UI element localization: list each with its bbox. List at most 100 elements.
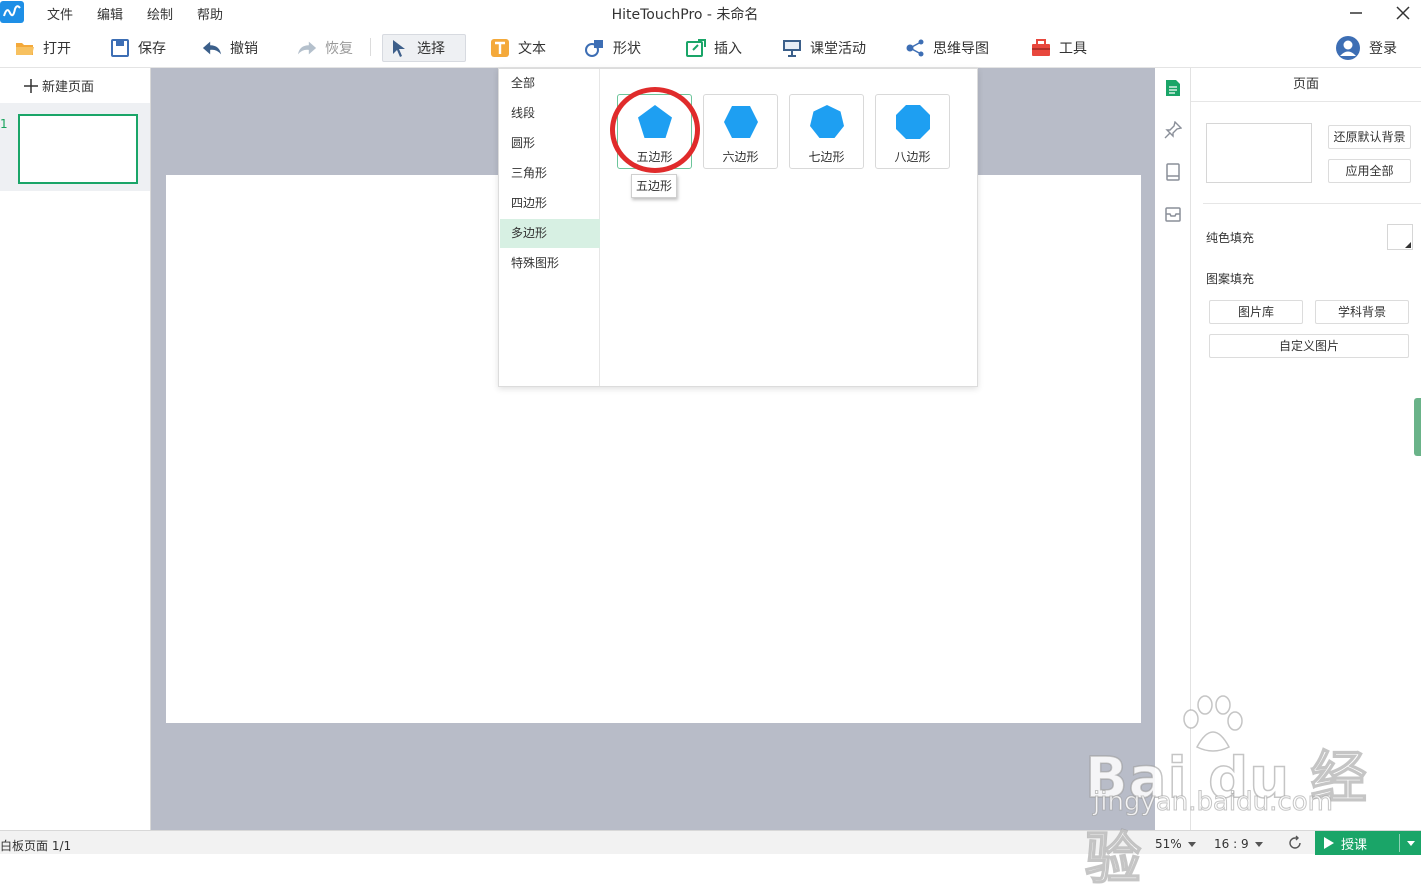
text-button[interactable]: 文本 bbox=[484, 34, 552, 62]
image-library-button[interactable]: 图片库 bbox=[1209, 300, 1303, 324]
text-icon bbox=[490, 38, 510, 58]
book-icon bbox=[1166, 163, 1180, 181]
minimize-icon bbox=[1350, 12, 1362, 14]
button-divider bbox=[1399, 834, 1400, 852]
shape-icon bbox=[585, 38, 605, 58]
book-tab[interactable] bbox=[1163, 162, 1183, 182]
category-all[interactable]: 全部 bbox=[500, 69, 600, 98]
insert-label: 插入 bbox=[714, 41, 742, 57]
insert-button[interactable]: 插入 bbox=[680, 34, 748, 62]
start-class-label: 授课 bbox=[1341, 837, 1368, 853]
shape-button[interactable]: 形状 bbox=[579, 34, 647, 62]
page-list-panel: 新建页面 1 bbox=[0, 68, 151, 830]
heptagon-icon bbox=[810, 105, 844, 138]
redo-label: 恢复 bbox=[325, 41, 353, 57]
shape-label: 六边形 bbox=[722, 150, 759, 164]
redo-icon bbox=[297, 38, 317, 58]
start-class-button[interactable]: 授课 bbox=[1315, 831, 1421, 855]
shape-dropdown-menu: 全部 线段 圆形 三角形 四边形 多边形 特殊图形 五边形 六边形 七边形 八边… bbox=[498, 68, 978, 387]
presentation-icon bbox=[782, 38, 802, 58]
category-polygon[interactable]: 多边形 bbox=[500, 219, 600, 248]
shape-label: 形状 bbox=[613, 41, 641, 57]
save-button[interactable]: 保存 bbox=[104, 34, 172, 62]
pin-tab[interactable] bbox=[1163, 120, 1183, 140]
cursor-icon bbox=[389, 38, 409, 58]
shape-hexagon[interactable]: 六边形 bbox=[703, 94, 778, 169]
page-number: 1 bbox=[0, 117, 8, 131]
apply-all-button[interactable]: 应用全部 bbox=[1328, 159, 1411, 183]
rotate-button[interactable] bbox=[1287, 835, 1303, 851]
minimize-button[interactable] bbox=[1338, 0, 1374, 26]
class-activity-button[interactable]: 课堂活动 bbox=[776, 34, 872, 62]
page-properties-tab[interactable] bbox=[1163, 78, 1183, 98]
solid-fill-color-picker[interactable] bbox=[1387, 224, 1413, 250]
panel-title: 页面 bbox=[1191, 68, 1421, 102]
restore-default-bg-button[interactable]: 还原默认背景 bbox=[1328, 125, 1411, 149]
hexagon-icon bbox=[724, 106, 758, 138]
archive-tab[interactable] bbox=[1163, 204, 1183, 224]
archive-icon bbox=[1165, 207, 1181, 222]
solid-fill-label: 纯色填充 bbox=[1206, 231, 1255, 245]
refresh-icon bbox=[1289, 835, 1301, 849]
aspect-ratio-value: 16 : 9 bbox=[1214, 837, 1249, 851]
shape-tooltip: 五边形 bbox=[631, 174, 677, 198]
background-preview bbox=[1206, 123, 1312, 183]
panel-scroll-handle[interactable] bbox=[1414, 398, 1421, 456]
main-toolbar: 打开 保存 撤销 恢复 选择 文本 形状 插入 课堂活动 思维导图 工具 登录 bbox=[0, 26, 1421, 68]
login-label: 登录 bbox=[1369, 41, 1397, 57]
mind-map-button[interactable]: 思维导图 bbox=[899, 34, 995, 62]
status-bar: 白板页面 1/1 51% 16 : 9 授课 bbox=[0, 830, 1421, 855]
chevron-down-icon[interactable] bbox=[1407, 841, 1415, 846]
save-label: 保存 bbox=[138, 41, 166, 57]
undo-icon bbox=[202, 38, 222, 58]
page-thumbnail[interactable] bbox=[18, 114, 138, 184]
category-triangle[interactable]: 三角形 bbox=[500, 159, 600, 188]
octagon-icon bbox=[896, 105, 930, 139]
category-special[interactable]: 特殊图形 bbox=[500, 249, 600, 278]
zoom-value: 51% bbox=[1155, 837, 1182, 851]
select-label: 选择 bbox=[417, 41, 445, 57]
text-label: 文本 bbox=[518, 41, 546, 57]
new-page-button[interactable]: 新建页面 bbox=[24, 76, 94, 95]
mind-map-label: 思维导图 bbox=[933, 41, 989, 57]
open-button[interactable]: 打开 bbox=[9, 34, 77, 62]
aspect-ratio-selector[interactable]: 16 : 9 bbox=[1214, 837, 1263, 851]
folder-icon bbox=[15, 38, 35, 58]
shape-label: 八边形 bbox=[894, 150, 931, 164]
save-icon bbox=[110, 38, 130, 58]
undo-label: 撤销 bbox=[230, 41, 258, 57]
select-button[interactable]: 选择 bbox=[382, 34, 466, 62]
page-properties-panel: 页面 还原默认背景 应用全部 纯色填充 图案填充 图片库 学科背景 自定义图片 bbox=[1191, 68, 1421, 830]
new-page-label: 新建页面 bbox=[42, 80, 95, 95]
pin-icon bbox=[1164, 121, 1182, 139]
window-title: HiteTouchPro - 未命名 bbox=[611, 7, 759, 23]
insert-icon bbox=[686, 38, 706, 58]
property-tab-strip bbox=[1155, 68, 1191, 830]
mind-map-icon bbox=[905, 38, 925, 58]
document-icon bbox=[1166, 80, 1180, 96]
undo-button[interactable]: 撤销 bbox=[196, 34, 264, 62]
login-button[interactable]: 登录 bbox=[1329, 34, 1403, 62]
toolbar-divider bbox=[370, 38, 371, 56]
shape-label: 七边形 bbox=[808, 150, 845, 164]
zoom-selector[interactable]: 51% bbox=[1155, 837, 1196, 851]
dropdown-corner-icon bbox=[1405, 242, 1411, 248]
shape-heptagon[interactable]: 七边形 bbox=[789, 94, 864, 169]
category-quadrilateral[interactable]: 四边形 bbox=[500, 189, 600, 218]
user-avatar-icon bbox=[1335, 35, 1361, 61]
close-button[interactable] bbox=[1385, 0, 1421, 26]
panel-divider bbox=[1203, 203, 1421, 204]
chevron-down-icon bbox=[1254, 841, 1263, 847]
redo-button[interactable]: 恢复 bbox=[291, 34, 359, 62]
chevron-down-icon bbox=[1187, 841, 1196, 847]
category-line[interactable]: 线段 bbox=[500, 99, 600, 128]
play-icon bbox=[1324, 837, 1334, 849]
page-thumbnail-row[interactable]: 1 bbox=[0, 103, 150, 191]
subject-background-button[interactable]: 学科背景 bbox=[1315, 300, 1409, 324]
custom-image-button[interactable]: 自定义图片 bbox=[1209, 334, 1409, 358]
page-indicator: 白板页面 1/1 bbox=[0, 839, 72, 853]
tools-button[interactable]: 工具 bbox=[1025, 34, 1093, 62]
tools-label: 工具 bbox=[1059, 41, 1087, 57]
category-circle[interactable]: 圆形 bbox=[500, 129, 600, 158]
shape-octagon[interactable]: 八边形 bbox=[875, 94, 950, 169]
